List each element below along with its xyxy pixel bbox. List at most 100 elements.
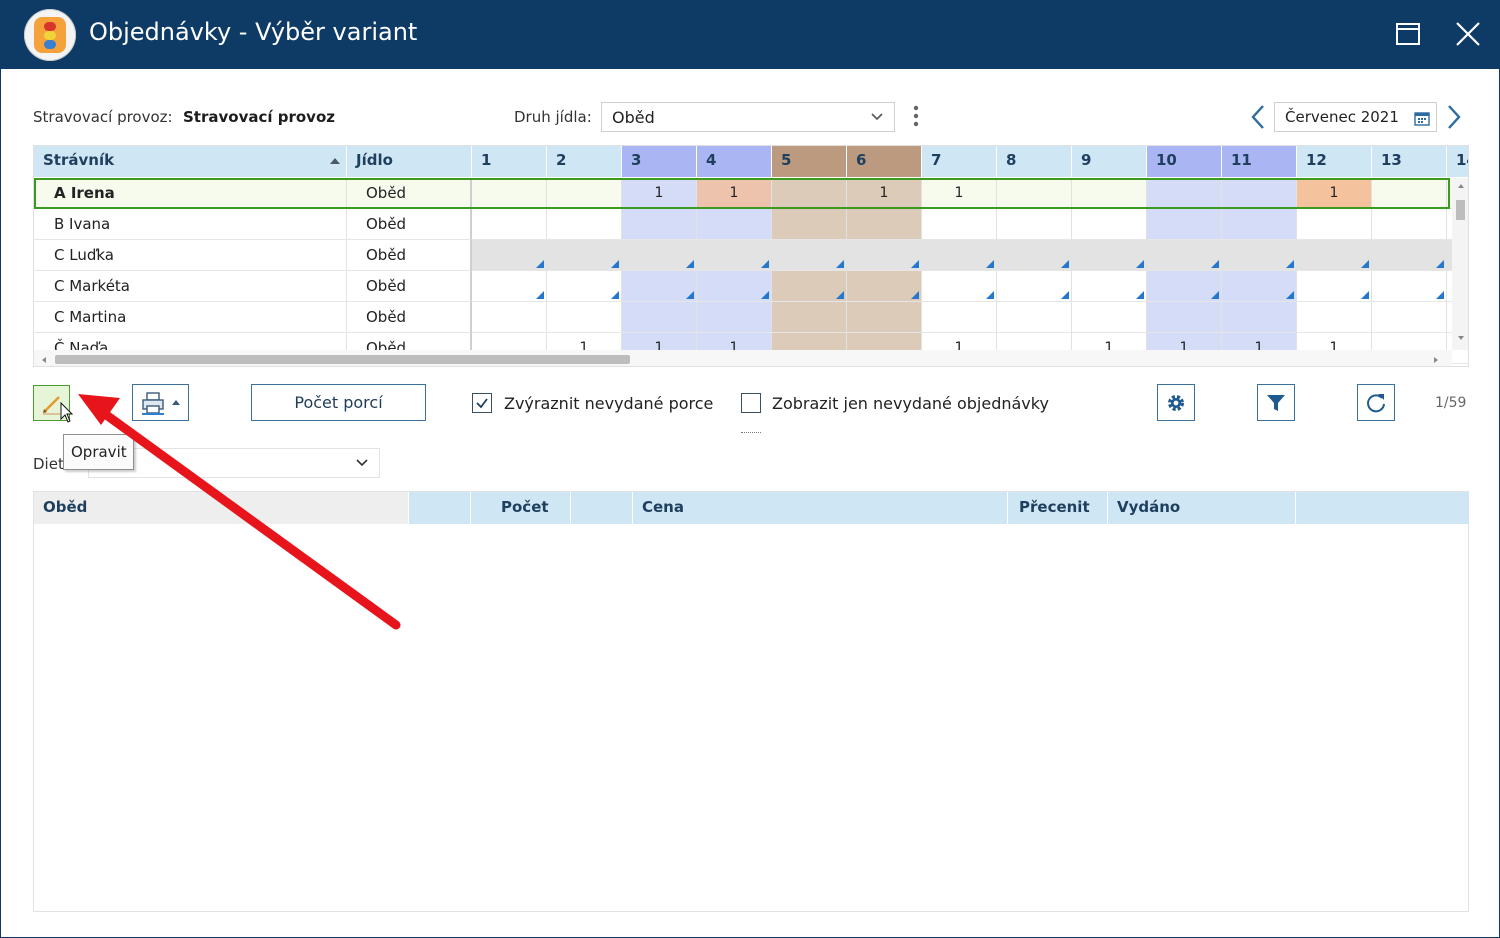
cell-day[interactable] [1072, 240, 1147, 271]
cell-day[interactable] [1072, 178, 1147, 209]
cell-day[interactable] [922, 271, 997, 302]
close-icon[interactable] [1450, 16, 1486, 52]
cell-stravnik[interactable]: A Irena [34, 178, 347, 209]
month-picker[interactable]: Červenec 2021 [1274, 102, 1437, 132]
column-day[interactable]: 13 [1372, 146, 1447, 177]
cell-day[interactable] [1222, 271, 1297, 302]
scroll-down-icon[interactable] [1456, 334, 1466, 342]
table-row[interactable]: A Irena Oběd 1 1 1 1 1 [34, 178, 1468, 209]
horizontal-scroll-thumb[interactable] [55, 355, 630, 364]
cell-day[interactable] [1072, 209, 1147, 240]
previous-month-icon[interactable] [1246, 102, 1270, 132]
refresh-button[interactable] [1357, 384, 1395, 421]
calendar-icon[interactable] [1414, 110, 1430, 126]
cell-day[interactable] [1222, 240, 1297, 271]
cell-day[interactable] [997, 209, 1072, 240]
cell-day[interactable] [1297, 302, 1372, 333]
cell-day[interactable] [997, 271, 1072, 302]
cell-day[interactable] [472, 209, 547, 240]
maximize-icon[interactable] [1390, 16, 1426, 52]
table-row[interactable]: C Luďka Oběd [34, 240, 1468, 271]
cell-day[interactable] [1222, 178, 1297, 209]
zobrazit-checkbox[interactable] [741, 393, 761, 413]
cell-day[interactable]: 1 [697, 178, 772, 209]
cell-day[interactable] [1297, 209, 1372, 240]
column-day[interactable]: 8 [997, 146, 1072, 177]
cell-day[interactable] [1222, 302, 1297, 333]
cell-day[interactable] [547, 209, 622, 240]
cell-day[interactable] [1072, 302, 1147, 333]
cell-stravnik[interactable]: B Ivana [34, 209, 347, 240]
column-day[interactable]: 14 [1447, 146, 1468, 177]
splitter-handle[interactable] [741, 432, 761, 433]
column-day[interactable]: 10 [1147, 146, 1222, 177]
column-cena[interactable]: Cena [633, 492, 1008, 524]
cell-day[interactable] [697, 271, 772, 302]
cell-day[interactable] [772, 178, 847, 209]
print-button[interactable] [132, 384, 189, 421]
cell-day[interactable] [472, 271, 547, 302]
cell-jidlo[interactable]: Oběd [347, 240, 472, 271]
cell-day[interactable] [697, 240, 772, 271]
cell-day[interactable] [1072, 271, 1147, 302]
cell-day[interactable] [622, 302, 697, 333]
cell-stravnik[interactable]: C Martina [34, 302, 347, 333]
pocet-porci-button[interactable]: Počet porcí [251, 384, 426, 421]
horizontal-scrollbar[interactable] [34, 350, 1452, 366]
cell-day[interactable] [847, 240, 922, 271]
scroll-left-icon[interactable] [40, 355, 48, 365]
column-obed[interactable]: Oběd [34, 492, 409, 524]
zvyraznit-label[interactable]: Zvýraznit nevydané porce [504, 394, 713, 413]
cell-day[interactable] [697, 209, 772, 240]
zvyraznit-checkbox[interactable] [472, 393, 492, 413]
cell-jidlo[interactable]: Oběd [347, 178, 472, 209]
cell-day[interactable] [1222, 209, 1297, 240]
column-day[interactable]: 3 [622, 146, 697, 177]
cell-day[interactable] [997, 302, 1072, 333]
column-day[interactable]: 7 [922, 146, 997, 177]
column-day[interactable]: 2 [547, 146, 622, 177]
cell-day[interactable] [772, 209, 847, 240]
cell-day[interactable] [472, 240, 547, 271]
cell-day[interactable] [1297, 271, 1372, 302]
cell-day[interactable] [1147, 240, 1222, 271]
cell-day[interactable] [1372, 271, 1447, 302]
column-precenit[interactable]: Přecenit [1008, 492, 1108, 524]
table-row[interactable]: C Martina Oběd [34, 302, 1468, 333]
cell-day[interactable] [772, 271, 847, 302]
cell-stravnik[interactable]: C Luďka [34, 240, 347, 271]
vertical-scrollbar[interactable] [1452, 178, 1468, 350]
column-day[interactable]: 5 [772, 146, 847, 177]
cell-day[interactable] [772, 302, 847, 333]
cell-day[interactable] [1372, 209, 1447, 240]
cell-day[interactable] [847, 209, 922, 240]
cell-day[interactable]: 1 [922, 178, 997, 209]
more-options-icon[interactable] [909, 104, 923, 130]
cell-day[interactable] [847, 302, 922, 333]
vertical-scroll-thumb[interactable] [1456, 200, 1465, 220]
scroll-right-icon[interactable] [1432, 355, 1440, 365]
settings-button[interactable] [1157, 384, 1195, 421]
column-day[interactable]: 12 [1297, 146, 1372, 177]
cell-day[interactable] [547, 178, 622, 209]
cell-day[interactable] [547, 271, 622, 302]
cell-day[interactable] [1147, 271, 1222, 302]
cell-day[interactable] [922, 209, 997, 240]
cell-day[interactable] [847, 271, 922, 302]
column-day[interactable]: 9 [1072, 146, 1147, 177]
cell-jidlo[interactable]: Oběd [347, 209, 472, 240]
cell-day[interactable] [772, 240, 847, 271]
cell-day[interactable] [622, 271, 697, 302]
column-day[interactable]: 6 [847, 146, 922, 177]
filter-button[interactable] [1257, 384, 1295, 421]
column-pocet[interactable]: Počet [471, 492, 571, 524]
cell-jidlo[interactable]: Oběd [347, 271, 472, 302]
cell-day[interactable] [1372, 240, 1447, 271]
column-day[interactable]: 4 [697, 146, 772, 177]
cell-day[interactable] [472, 178, 547, 209]
cell-day[interactable] [1147, 178, 1222, 209]
cell-day[interactable]: 1 [622, 178, 697, 209]
cell-day[interactable] [1147, 302, 1222, 333]
cell-day[interactable] [997, 240, 1072, 271]
cell-day[interactable] [1147, 209, 1222, 240]
